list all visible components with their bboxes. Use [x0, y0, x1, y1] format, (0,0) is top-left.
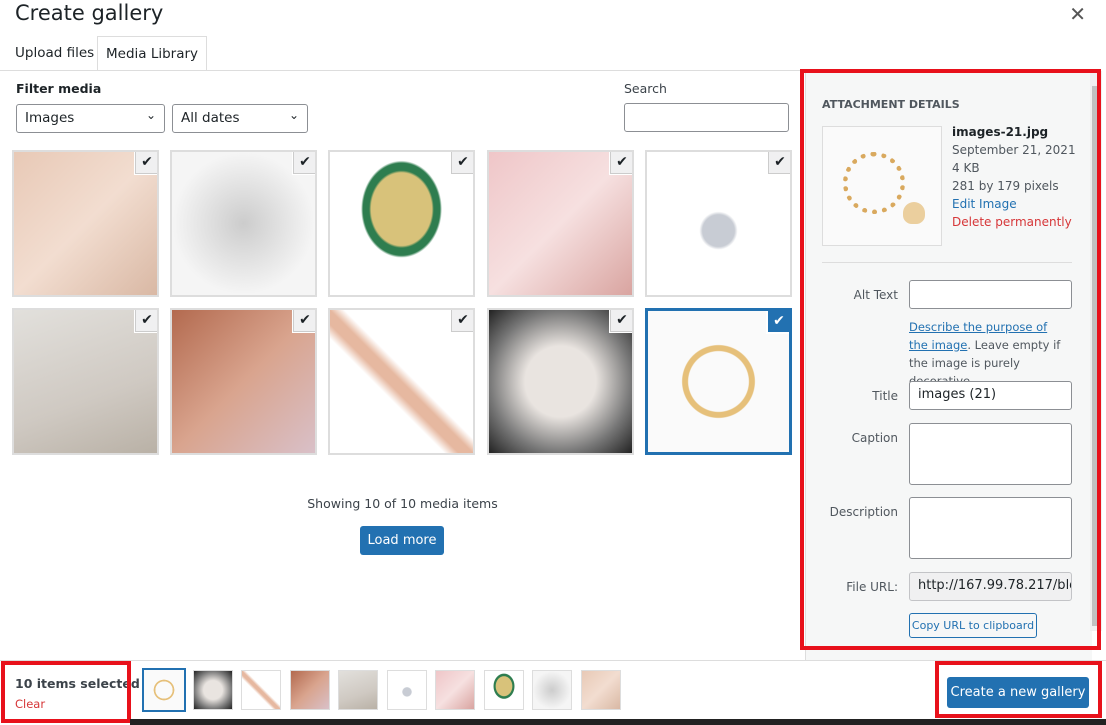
- date-select[interactable]: All dates ⌄: [172, 104, 308, 133]
- divider: [0, 70, 805, 71]
- filter-media-label: Filter media: [16, 81, 102, 96]
- date-value: All dates: [181, 110, 240, 126]
- media-item[interactable]: ✔: [170, 308, 317, 455]
- highlight-box: [1, 661, 131, 723]
- edit-image-link[interactable]: Edit Image: [952, 195, 1076, 213]
- search-input[interactable]: [624, 103, 789, 132]
- media-item[interactable]: ✔: [328, 150, 475, 297]
- attachment-filename: images-21.jpg: [952, 125, 1049, 139]
- close-icon[interactable]: ✕: [1069, 2, 1086, 26]
- attachment-details-heading: ATTACHMENT DETAILS: [822, 98, 960, 111]
- file-url-input[interactable]: http://167.99.78.217/blog: [909, 572, 1072, 601]
- check-icon[interactable]: ✔: [610, 152, 632, 174]
- title-input[interactable]: images (21): [909, 381, 1072, 410]
- media-item[interactable]: ✔: [328, 308, 475, 455]
- selected-thumbnail[interactable]: [483, 670, 524, 710]
- media-item[interactable]: ✔: [12, 150, 159, 297]
- description-textarea[interactable]: [909, 497, 1072, 559]
- check-icon[interactable]: ✔: [610, 310, 632, 332]
- load-more-button[interactable]: Load more: [360, 526, 444, 555]
- divider: [822, 262, 1072, 263]
- attachment-size: 4 KB: [952, 161, 980, 175]
- tab-upload-files[interactable]: Upload files: [7, 36, 102, 71]
- selected-thumbnail[interactable]: [580, 670, 621, 710]
- selected-thumbnail[interactable]: [338, 670, 378, 710]
- check-icon[interactable]: ✔: [135, 310, 157, 332]
- delete-permanently-link[interactable]: Delete permanently: [952, 213, 1076, 231]
- alt-text-input[interactable]: [909, 280, 1072, 309]
- scrollbar[interactable]: [1090, 71, 1102, 631]
- check-icon[interactable]: ✔: [451, 152, 473, 174]
- media-item[interactable]: ✔: [645, 150, 792, 297]
- selected-thumbnail[interactable]: [289, 670, 330, 710]
- selected-thumbnail[interactable]: [241, 670, 281, 710]
- media-count-status: Showing 10 of 10 media items: [307, 496, 498, 511]
- chevron-down-icon: ⌄: [288, 108, 299, 122]
- media-item[interactable]: ✔: [487, 150, 634, 297]
- window-edge: [130, 719, 1106, 725]
- selected-thumbnail[interactable]: [532, 670, 572, 710]
- selected-thumbnail[interactable]: [386, 670, 427, 710]
- attachment-details-panel: ATTACHMENT DETAILS images-21.jpg Septemb…: [805, 71, 1092, 660]
- check-icon[interactable]: ✔: [293, 152, 315, 174]
- caption-label: Caption: [851, 431, 898, 445]
- media-type-select[interactable]: Images ⌄: [16, 104, 165, 133]
- check-icon[interactable]: ✔: [451, 310, 473, 332]
- media-type-value: Images: [25, 110, 75, 126]
- selection-count: 10 items selected: [15, 676, 140, 691]
- check-icon[interactable]: ✔: [768, 152, 790, 174]
- attachment-thumbnail: [822, 126, 942, 246]
- title-label: Title: [872, 389, 898, 403]
- copy-url-button[interactable]: Copy URL to clipboard: [909, 613, 1037, 638]
- description-label: Description: [829, 505, 898, 519]
- clear-selection-link[interactable]: Clear: [15, 697, 45, 711]
- attachment-dimensions: 281 by 179 pixels: [952, 179, 1059, 193]
- modal-title: Create gallery: [15, 1, 164, 25]
- media-item[interactable]: ✔: [645, 308, 792, 455]
- selected-thumbnail[interactable]: [192, 670, 233, 710]
- tab-media-library[interactable]: Media Library: [97, 36, 208, 71]
- caption-textarea[interactable]: [909, 423, 1072, 485]
- divider: [0, 660, 1106, 661]
- create-gallery-button[interactable]: Create a new gallery: [947, 677, 1089, 708]
- check-icon[interactable]: ✔: [767, 311, 789, 333]
- media-item[interactable]: ✔: [487, 308, 634, 455]
- file-url-label: File URL:: [846, 580, 898, 594]
- check-icon[interactable]: ✔: [293, 310, 315, 332]
- media-item[interactable]: ✔: [12, 308, 159, 455]
- search-label: Search: [624, 81, 667, 96]
- selected-thumbnail[interactable]: [435, 670, 475, 710]
- check-icon[interactable]: ✔: [135, 152, 157, 174]
- attachment-date: September 21, 2021: [952, 143, 1076, 157]
- chevron-down-icon: ⌄: [145, 108, 156, 122]
- alt-text-label: Alt Text: [853, 288, 898, 302]
- media-item[interactable]: ✔: [170, 150, 317, 297]
- selected-thumbnail[interactable]: [142, 668, 186, 712]
